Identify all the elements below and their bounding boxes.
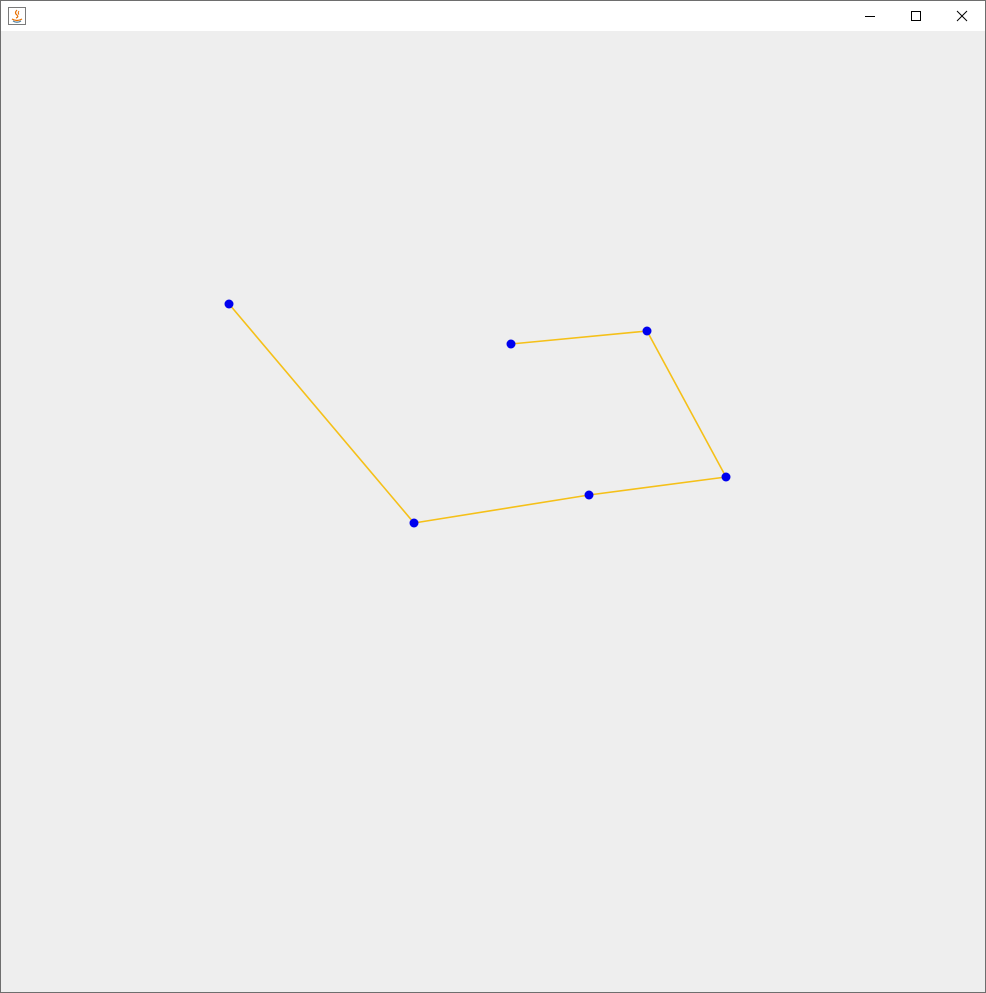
close-button[interactable] xyxy=(939,1,985,31)
java-app-icon[interactable] xyxy=(8,7,26,25)
graph-node[interactable] xyxy=(584,490,594,500)
graph-edge xyxy=(228,303,415,524)
minimize-button[interactable] xyxy=(847,1,893,31)
graph-edge xyxy=(510,330,648,345)
graph-node[interactable] xyxy=(409,518,419,528)
graph-node[interactable] xyxy=(642,326,652,336)
drawing-canvas[interactable] xyxy=(1,31,985,992)
graph-edge xyxy=(413,494,590,524)
graph-node[interactable] xyxy=(224,299,234,309)
maximize-icon xyxy=(911,11,921,21)
graph-edge xyxy=(646,330,727,478)
app-window xyxy=(0,0,986,993)
graph-drawing xyxy=(224,299,731,528)
minimize-icon xyxy=(865,16,875,17)
graph-node[interactable] xyxy=(506,339,516,349)
graph-node[interactable] xyxy=(721,472,731,482)
title-bar[interactable] xyxy=(1,1,985,31)
maximize-button[interactable] xyxy=(893,1,939,31)
close-icon xyxy=(956,10,968,22)
graph-edge xyxy=(588,476,727,496)
